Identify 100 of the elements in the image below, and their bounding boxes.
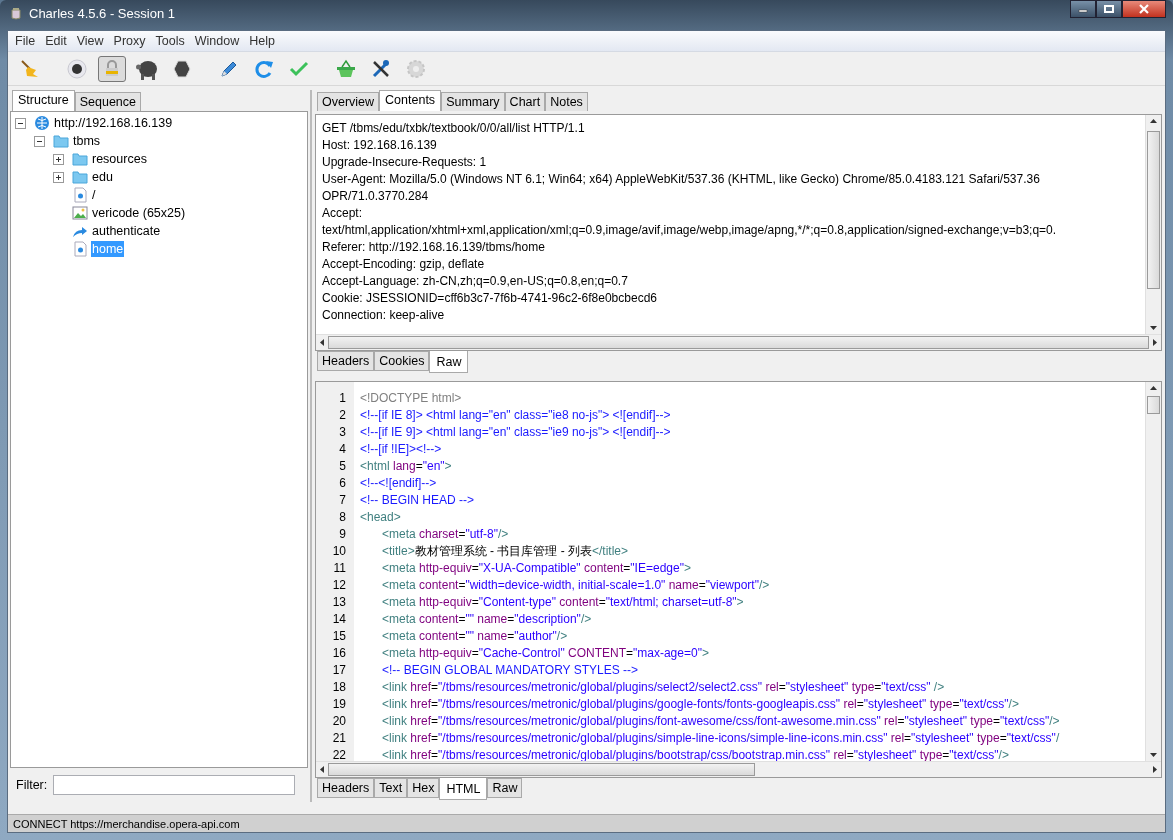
tree-item[interactable]: tbms (72, 133, 102, 149)
menu-item[interactable]: Tools (150, 34, 190, 48)
tools-icon (370, 57, 392, 80)
menu-item[interactable]: Help (244, 34, 280, 48)
page-icon (72, 187, 88, 203)
tab[interactable]: Overview (317, 92, 380, 111)
maximize-icon (1104, 5, 1114, 13)
tab[interactable]: Raw (487, 778, 523, 798)
line-number: 9 (338, 526, 347, 543)
code-line: <!--<![endif]--> (360, 475, 438, 492)
collapse-toggle[interactable] (34, 135, 45, 147)
menu-item[interactable]: View (71, 34, 109, 48)
line-number: 5 (338, 458, 347, 475)
tab[interactable]: Sequence (74, 92, 142, 111)
expand-toggle[interactable] (53, 153, 64, 165)
line-number: 7 (338, 492, 347, 509)
tab[interactable]: HTML (439, 778, 488, 800)
tab[interactable]: Headers (317, 351, 375, 371)
page-icon (72, 241, 88, 257)
code-line: <!--[if IE 8]> <html lang="en" class="ie8 no-js"> <![endif]--> (360, 407, 672, 424)
horizontal-scrollbar[interactable] (316, 761, 1161, 777)
tab[interactable]: Cookies (374, 351, 430, 371)
code-line: <link href="/tbms/resources/metronic/global/plugins/select2/select2.css" rel="stylesheet" type="text/css" /> (381, 679, 946, 696)
tree-item[interactable]: vericode (65x25) (91, 205, 187, 221)
code-line: <link href="/tbms/resources/metronic/global/plugins/google-fonts/fonts-googleapis.css" rel="stylesheet" type="text/css"/> (381, 696, 1020, 713)
maximize-button[interactable] (1096, 0, 1122, 18)
close-icon (1138, 4, 1150, 14)
code-line: <meta content="" name="author"/> (381, 628, 569, 645)
header-line: Host: 192.168.16.139 (322, 137, 438, 154)
vertical-scrollbar[interactable] (1145, 382, 1161, 761)
line-number: 12 (331, 577, 347, 594)
scrollbar-thumb[interactable] (328, 763, 755, 776)
scrollbar-thumb[interactable] (1147, 396, 1160, 414)
tree-item[interactable]: authenticate (91, 223, 162, 239)
header-line: User-Agent: Mozilla/5.0 (Windows NT 6.1; Win64; x64) AppleWebKit/537.36 (KHTML, like Gecko) Chrome/85.0.4183.121 Safari/537.36 (322, 171, 1041, 188)
vertical-scrollbar[interactable] (1145, 115, 1161, 334)
header-line: OPR/71.0.3770.284 (322, 188, 430, 205)
line-number: 15 (331, 628, 347, 645)
tab[interactable]: Hex (407, 778, 440, 798)
code-line: <!-- BEGIN GLOBAL MANDATORY STYLES --> (381, 662, 640, 679)
line-number: 4 (338, 441, 347, 458)
line-number: 21 (331, 730, 347, 747)
code-line: <meta http-equiv="Cache-Control" CONTENT="max-age=0"> (381, 645, 710, 662)
menu-item[interactable]: File (10, 34, 41, 48)
code-line: <title>教材管理系统 - 书目库管理 - 列表</title> (381, 543, 630, 560)
menu-item[interactable]: Edit (40, 34, 72, 48)
image-icon (72, 205, 88, 221)
code-line: <!--[if IE 9]> <html lang="en" class="ie9 no-js"> <![endif]--> (360, 424, 672, 441)
tab[interactable]: Structure (12, 90, 75, 111)
hexagon-icon (171, 57, 193, 80)
line-number: 17 (331, 662, 347, 679)
line-number: 13 (331, 594, 347, 611)
status-text: CONNECT https://merchandise.opera-api.com (13, 817, 240, 830)
folder-icon (72, 169, 88, 185)
tab[interactable]: Notes (545, 92, 588, 111)
scrollbar-thumb[interactable] (328, 336, 1149, 349)
line-number: 2 (338, 407, 347, 424)
globe-icon (34, 115, 50, 131)
gear-icon (405, 57, 427, 80)
code-line: <!DOCTYPE html> (360, 390, 463, 407)
window-title: Charles 4.5.6 - Session 1 (29, 6, 175, 22)
line-number: 20 (331, 713, 347, 730)
tab[interactable]: Chart (504, 92, 546, 111)
code-line: <html lang="en"> (360, 458, 453, 475)
line-number: 16 (331, 645, 347, 662)
tab[interactable]: Headers (317, 778, 375, 798)
code-line: <meta http-equiv="Content-type" content="text/html; charset=utf-8"> (381, 594, 745, 611)
line-number: 10 (331, 543, 347, 560)
tree-item[interactable]: http://192.168.16.139 (53, 115, 174, 131)
menu-item[interactable]: Proxy (108, 34, 151, 48)
horizontal-scrollbar[interactable] (316, 334, 1161, 350)
tab[interactable]: Raw (429, 351, 469, 373)
filter-field[interactable] (53, 775, 296, 795)
close-button[interactable] (1122, 0, 1166, 18)
collapse-toggle[interactable] (15, 117, 26, 129)
menu-item[interactable]: Window (189, 34, 245, 48)
tree-item[interactable]: resources (91, 151, 148, 167)
code-line: <link href="/tbms/resources/metronic/global/plugins/simple-line-icons/simple-line-icons.min.css" rel="stylesheet" type="text/css"/ (381, 730, 1061, 747)
header-line: Connection: keep-alive (322, 307, 446, 324)
folder-icon (72, 151, 88, 167)
header-line: Upgrade-Insecure-Requests: 1 (322, 154, 488, 171)
line-number: 1 (338, 390, 347, 407)
minimize-button[interactable] (1070, 0, 1096, 18)
code-line: <link href="/tbms/resources/metronic/global/plugins/font-awesome/css/font-awesome.min.css" rel="stylesheet" type="text/css"/> (381, 713, 1061, 730)
line-number: 19 (331, 696, 347, 713)
code-line: <meta content="width=device-width, initial-scale=1.0" name="viewport"/> (381, 577, 771, 594)
header-line: Accept: (322, 205, 364, 222)
tab[interactable]: Summary (441, 92, 505, 111)
scrollbar-thumb[interactable] (1147, 131, 1160, 289)
tree-item[interactable]: / (91, 187, 97, 203)
tab[interactable]: Text (374, 778, 408, 798)
line-number: 8 (338, 509, 347, 526)
folder-icon (53, 133, 69, 149)
header-line: GET /tbms/edu/txbk/textbook/0/0/all/list HTTP/1.1 (322, 120, 586, 137)
tree-item[interactable]: edu (91, 169, 114, 185)
code-line: <!--[if !IE]><!--> (360, 441, 443, 458)
expand-toggle[interactable] (53, 171, 64, 183)
line-number: 11 (332, 560, 347, 577)
line-number: 22 (331, 747, 347, 761)
tab[interactable]: Contents (379, 90, 442, 111)
